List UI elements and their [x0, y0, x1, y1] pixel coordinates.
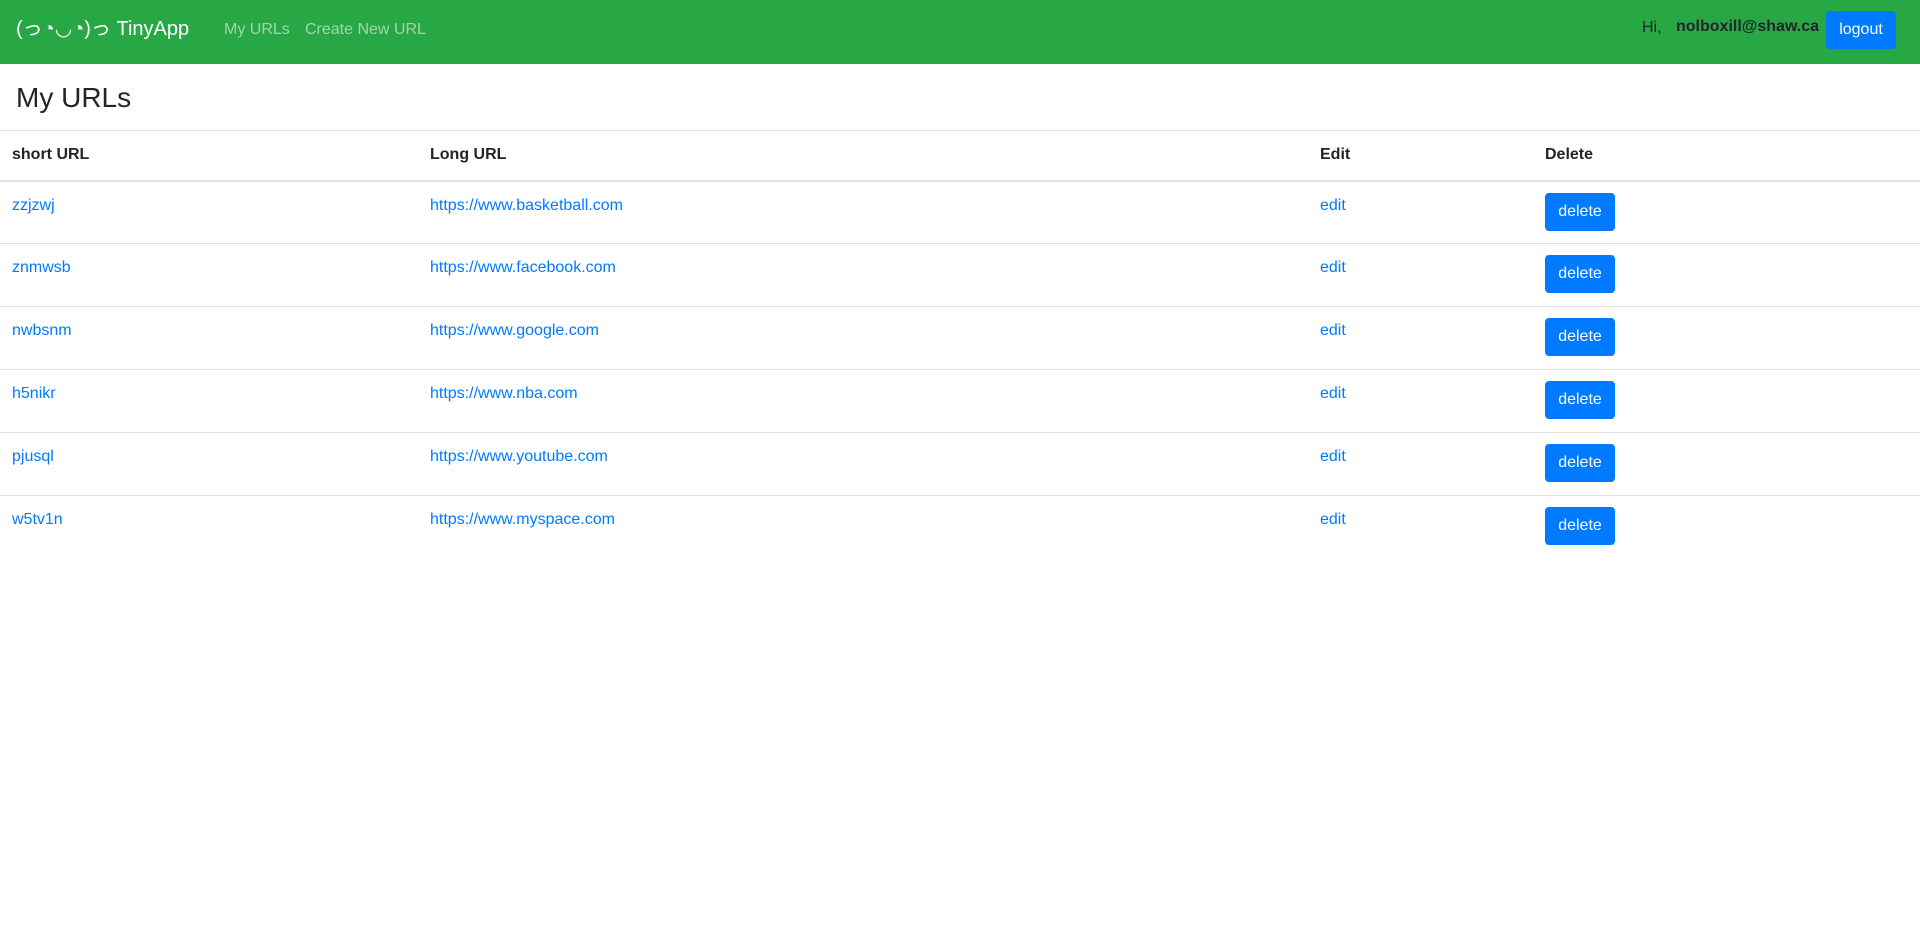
brand-logo[interactable]: (っ◔◡◔)っ TinyApp: [16, 16, 189, 42]
column-header-delete: Delete: [1533, 130, 1920, 182]
table-row: w5tv1n https://www.myspace.com edit dele…: [0, 495, 1920, 559]
delete-button[interactable]: delete: [1545, 507, 1615, 545]
short-url-link[interactable]: nwbsnm: [12, 322, 72, 339]
delete-cell: delete: [1533, 432, 1920, 496]
short-url-cell: zzjzwj: [0, 181, 418, 244]
table-row: h5nikr https://www.nba.com edit delete: [0, 369, 1920, 433]
nav-link-my-urls[interactable]: My URLs: [224, 19, 290, 40]
long-url-cell: https://www.nba.com: [418, 369, 1308, 433]
edit-cell: edit: [1308, 495, 1533, 559]
short-url-link[interactable]: w5tv1n: [12, 511, 63, 528]
edit-link[interactable]: edit: [1320, 259, 1346, 276]
edit-link[interactable]: edit: [1320, 322, 1346, 339]
short-url-cell: znmwsb: [0, 243, 418, 307]
edit-cell: edit: [1308, 181, 1533, 244]
short-url-link[interactable]: pjusql: [12, 448, 54, 465]
long-url-cell: https://www.basketball.com: [418, 181, 1308, 244]
delete-button[interactable]: delete: [1545, 444, 1615, 482]
long-url-link[interactable]: https://www.nba.com: [430, 385, 578, 402]
table-row: nwbsnm https://www.google.com edit delet…: [0, 306, 1920, 370]
short-url-cell: w5tv1n: [0, 495, 418, 559]
edit-cell: edit: [1308, 243, 1533, 307]
long-url-cell: https://www.myspace.com: [418, 495, 1308, 559]
long-url-link[interactable]: https://www.youtube.com: [430, 448, 608, 465]
long-url-link[interactable]: https://www.myspace.com: [430, 511, 615, 528]
user-email: nolboxill@shaw.ca: [1676, 18, 1820, 35]
delete-cell: delete: [1533, 243, 1920, 307]
edit-link[interactable]: edit: [1320, 448, 1346, 465]
column-header-long-url: Long URL: [418, 130, 1308, 182]
long-url-cell: https://www.youtube.com: [418, 432, 1308, 496]
edit-cell: edit: [1308, 369, 1533, 433]
delete-cell: delete: [1533, 181, 1920, 244]
top-navbar: (っ◔◡◔)っ TinyApp My URLs Create New URL H…: [0, 0, 1920, 64]
edit-link[interactable]: edit: [1320, 385, 1346, 402]
table-body: zzjzwj https://www.basketball.com edit d…: [0, 181, 1920, 559]
delete-cell: delete: [1533, 369, 1920, 433]
edit-cell: edit: [1308, 306, 1533, 370]
edit-link[interactable]: edit: [1320, 511, 1346, 528]
long-url-link[interactable]: https://www.google.com: [430, 322, 599, 339]
page-title: My URLs: [16, 82, 132, 113]
table-row: znmwsb https://www.facebook.com edit del…: [0, 243, 1920, 307]
delete-cell: delete: [1533, 495, 1920, 559]
short-url-cell: pjusql: [0, 432, 418, 496]
long-url-link[interactable]: https://www.basketball.com: [430, 197, 623, 214]
column-header-edit: Edit: [1308, 130, 1533, 182]
short-url-cell: nwbsnm: [0, 306, 418, 370]
short-url-cell: h5nikr: [0, 369, 418, 433]
long-url-cell: https://www.google.com: [418, 306, 1308, 370]
delete-cell: delete: [1533, 306, 1920, 370]
nav-link-create-new-url[interactable]: Create New URL: [305, 19, 426, 40]
logout-button[interactable]: logout: [1826, 11, 1896, 49]
delete-button[interactable]: delete: [1545, 381, 1615, 419]
long-url-cell: https://www.facebook.com: [418, 243, 1308, 307]
delete-button[interactable]: delete: [1545, 318, 1615, 356]
long-url-link[interactable]: https://www.facebook.com: [430, 259, 616, 276]
short-url-link[interactable]: znmwsb: [12, 259, 71, 276]
table-header: short URL Long URL Edit Delete: [0, 130, 1920, 182]
edit-cell: edit: [1308, 432, 1533, 496]
table-row: pjusql https://www.youtube.com edit dele…: [0, 432, 1920, 496]
edit-link[interactable]: edit: [1320, 197, 1346, 214]
table-row: zzjzwj https://www.basketball.com edit d…: [0, 181, 1920, 244]
table-header-row: short URL Long URL Edit Delete: [0, 130, 1920, 182]
short-url-link[interactable]: zzjzwj: [12, 197, 55, 214]
delete-button[interactable]: delete: [1545, 255, 1615, 293]
short-url-link[interactable]: h5nikr: [12, 385, 56, 402]
column-header-short-url: short URL: [0, 130, 418, 182]
greeting-text: Hi,: [1642, 19, 1662, 36]
delete-button[interactable]: delete: [1545, 192, 1615, 231]
urls-table: short URL Long URL Edit Delete zzjzwj ht…: [0, 130, 1920, 559]
